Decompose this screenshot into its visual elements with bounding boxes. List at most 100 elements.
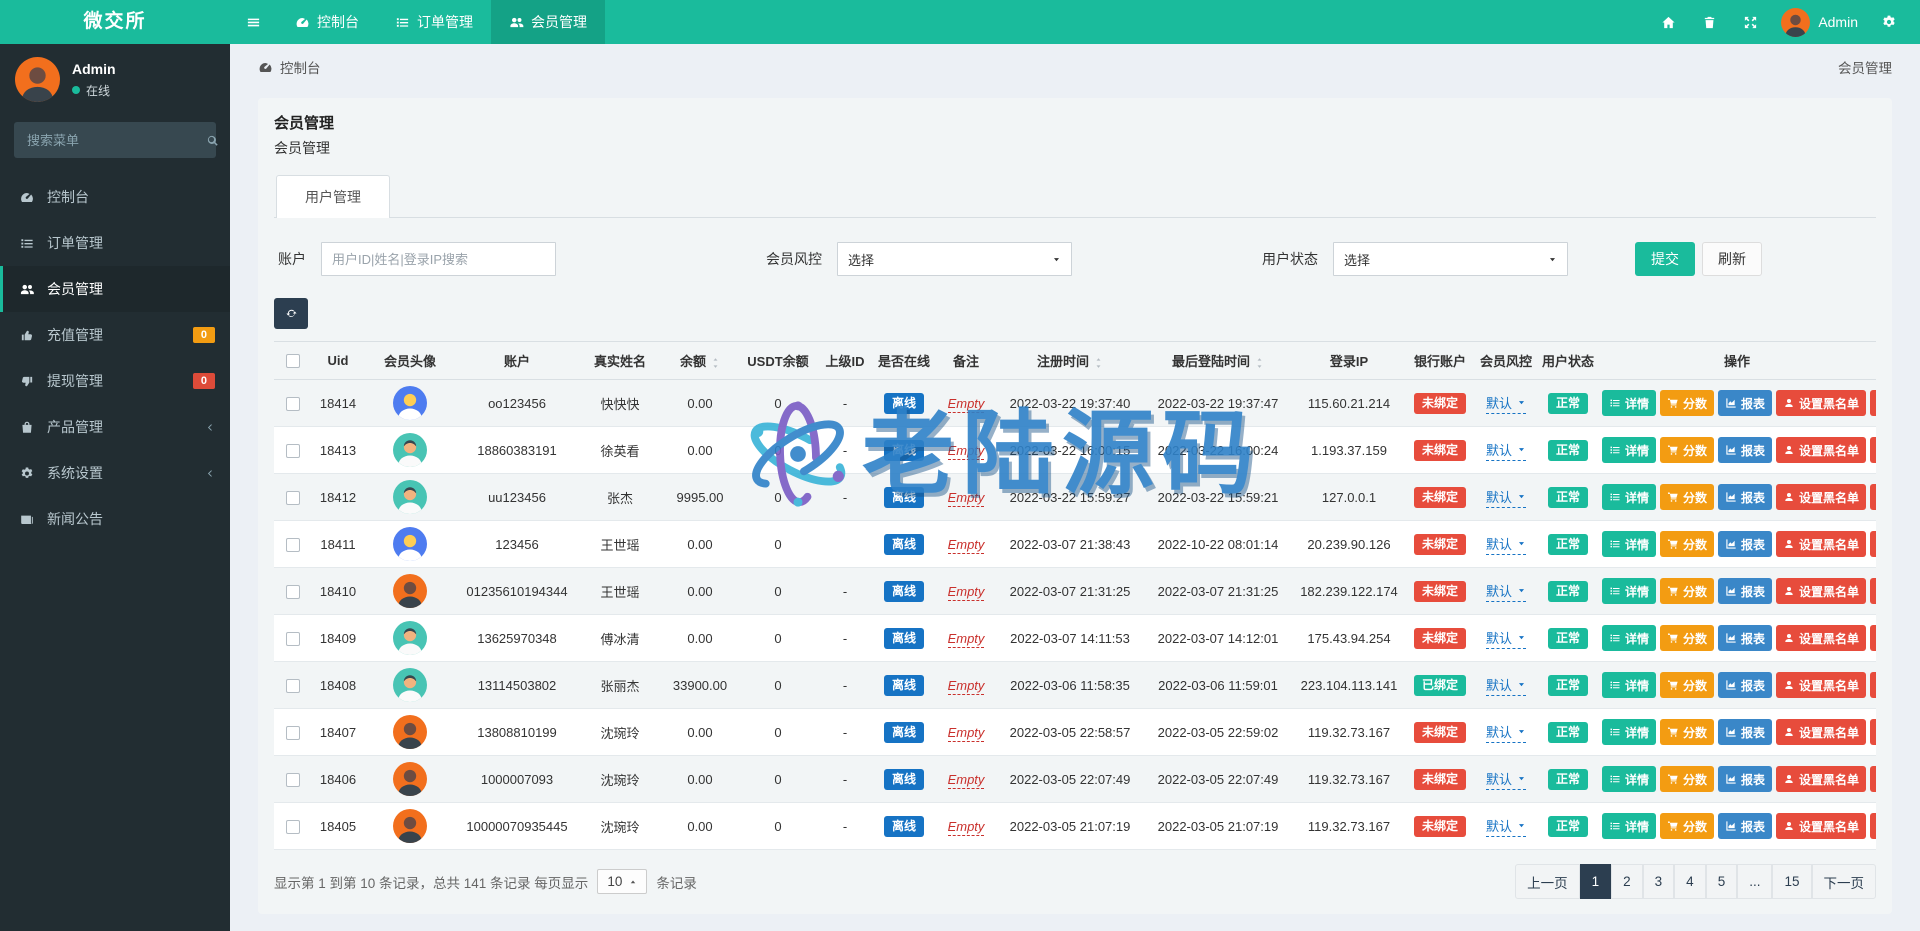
row-checkbox[interactable] [286,820,300,834]
tab-user-management[interactable]: 用户管理 [276,175,390,218]
app-logo[interactable]: 微交所 [0,0,230,44]
remark-link[interactable]: Empty [948,631,985,648]
risk-control-link[interactable]: 默认 [1486,628,1526,649]
score-button[interactable]: 分数 [1660,719,1714,745]
remark-link[interactable]: Empty [948,678,985,695]
search-icon[interactable] [205,133,219,147]
blacklist-button[interactable]: 设置黑名单 [1776,813,1866,839]
sidebar-item-dashboard[interactable]: 控制台 [0,174,230,220]
risk-control-link[interactable]: 默认 [1486,534,1526,555]
column-header-last[interactable]: 最后登陆时间 [1144,342,1292,380]
topnav-members[interactable]: 会员管理 [491,0,605,44]
sidebar-item-settings[interactable]: 系统设置 [0,450,230,496]
freeze-button[interactable]: 冻结 [1870,578,1876,604]
sidebar-item-products[interactable]: 产品管理 [0,404,230,450]
blacklist-button[interactable]: 设置黑名单 [1776,484,1866,510]
refresh-button[interactable]: 刷新 [1702,242,1762,276]
page-button-上一页[interactable]: 上一页 [1515,864,1580,899]
home-button[interactable] [1648,0,1689,44]
sidebar-item-news[interactable]: 新闻公告 [0,496,230,542]
detail-button[interactable]: 详情 [1602,531,1656,557]
freeze-button[interactable]: 冻结 [1870,531,1876,557]
sort-control[interactable] [1255,356,1264,370]
sort-control[interactable] [711,356,720,370]
score-button[interactable]: 分数 [1660,531,1714,557]
freeze-button[interactable]: 冻结 [1870,719,1876,745]
sidebar-item-withdraw[interactable]: 提现管理0 [0,358,230,404]
row-checkbox[interactable] [286,773,300,787]
score-button[interactable]: 分数 [1660,578,1714,604]
detail-button[interactable]: 详情 [1602,719,1656,745]
detail-button[interactable]: 详情 [1602,813,1656,839]
row-checkbox[interactable] [286,585,300,599]
page-button-4[interactable]: 4 [1674,864,1706,899]
blacklist-button[interactable]: 设置黑名单 [1776,578,1866,604]
page-size-select[interactable]: 10 [597,869,647,894]
blacklist-button[interactable]: 设置黑名单 [1776,625,1866,651]
detail-button[interactable]: 详情 [1602,437,1656,463]
detail-button[interactable]: 详情 [1602,766,1656,792]
topnav-orders[interactable]: 订单管理 [377,0,491,44]
score-button[interactable]: 分数 [1660,625,1714,651]
score-button[interactable]: 分数 [1660,437,1714,463]
blacklist-button[interactable]: 设置黑名单 [1776,390,1866,416]
risk-control-link[interactable]: 默认 [1486,581,1526,602]
row-checkbox[interactable] [286,726,300,740]
risk-control-link[interactable]: 默认 [1486,769,1526,790]
risk-control-link[interactable]: 默认 [1486,440,1526,461]
page-button-3[interactable]: 3 [1643,864,1675,899]
blacklist-button[interactable]: 设置黑名单 [1776,672,1866,698]
detail-button[interactable]: 详情 [1602,672,1656,698]
remark-link[interactable]: Empty [948,584,985,601]
report-button[interactable]: 报表 [1718,766,1772,792]
report-button[interactable]: 报表 [1718,813,1772,839]
freeze-button[interactable]: 冻结 [1870,813,1876,839]
row-checkbox[interactable] [286,397,300,411]
freeze-button[interactable]: 冻结 [1870,390,1876,416]
settings-button[interactable] [1868,0,1910,44]
row-checkbox[interactable] [286,632,300,646]
sidebar-item-recharge[interactable]: 充值管理0 [0,312,230,358]
report-button[interactable]: 报表 [1718,531,1772,557]
report-button[interactable]: 报表 [1718,390,1772,416]
page-button-5[interactable]: 5 [1706,864,1738,899]
row-checkbox[interactable] [286,679,300,693]
remark-link[interactable]: Empty [948,396,985,413]
detail-button[interactable]: 详情 [1602,390,1656,416]
sort-control[interactable] [1094,356,1103,370]
report-button[interactable]: 报表 [1718,719,1772,745]
score-button[interactable]: 分数 [1660,672,1714,698]
remark-link[interactable]: Empty [948,725,985,742]
detail-button[interactable]: 详情 [1602,484,1656,510]
sidebar-search-input[interactable] [25,132,205,149]
blacklist-button[interactable]: 设置黑名单 [1776,766,1866,792]
risk-control-link[interactable]: 默认 [1486,393,1526,414]
score-button[interactable]: 分数 [1660,766,1714,792]
submit-button[interactable]: 提交 [1635,242,1695,276]
report-button[interactable]: 报表 [1718,625,1772,651]
report-button[interactable]: 报表 [1718,672,1772,698]
remark-link[interactable]: Empty [948,537,985,554]
remark-link[interactable]: Empty [948,443,985,460]
row-checkbox[interactable] [286,444,300,458]
score-button[interactable]: 分数 [1660,390,1714,416]
freeze-button[interactable]: 冻结 [1870,625,1876,651]
blacklist-button[interactable]: 设置黑名单 [1776,719,1866,745]
account-search-input[interactable] [321,242,556,276]
risk-control-link[interactable]: 默认 [1486,722,1526,743]
page-button-下一页[interactable]: 下一页 [1812,864,1877,899]
report-button[interactable]: 报表 [1718,484,1772,510]
freeze-button[interactable]: 冻结 [1870,766,1876,792]
column-header-balance[interactable]: 余额 [662,342,738,380]
score-button[interactable]: 分数 [1660,484,1714,510]
breadcrumb-left[interactable]: 控制台 [280,57,321,77]
freeze-button[interactable]: 冻结 [1870,672,1876,698]
risk-control-link[interactable]: 默认 [1486,675,1526,696]
column-header-reg[interactable]: 注册时间 [996,342,1144,380]
score-button[interactable]: 分数 [1660,813,1714,839]
blacklist-button[interactable]: 设置黑名单 [1776,531,1866,557]
user-menu[interactable]: Admin [1771,8,1868,37]
topnav-dashboard[interactable]: 控制台 [277,0,377,44]
blacklist-button[interactable]: 设置黑名单 [1776,437,1866,463]
sidebar-toggle-button[interactable] [230,0,277,44]
